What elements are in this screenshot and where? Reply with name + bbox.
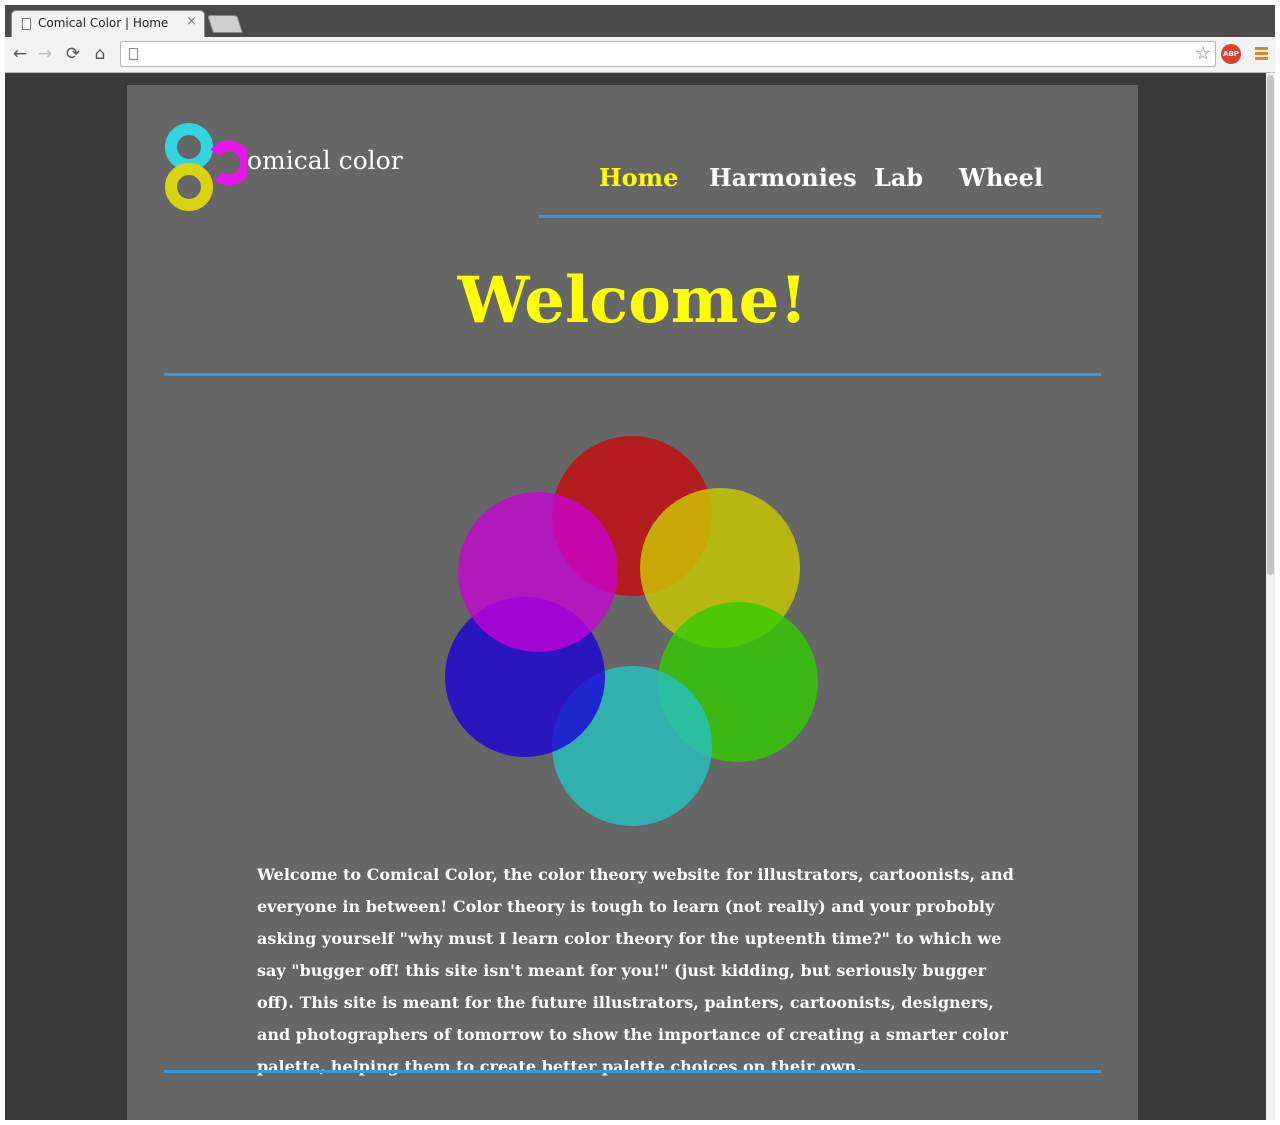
tab-strip: Comical Color | Home × [5, 5, 1275, 37]
divider [164, 1070, 1101, 1073]
scrollbar-thumb[interactable] [1267, 75, 1274, 575]
color-wheel-graphic [445, 436, 818, 826]
logo-text: omical color [247, 146, 403, 175]
wheel-circle-magenta [458, 492, 618, 652]
intro-paragraph: Welcome to Comical Color, the color theo… [257, 865, 1014, 1076]
divider [164, 373, 1101, 376]
page-viewport: omical color Home Harmonies Lab Wheel We… [5, 73, 1275, 1120]
address-bar[interactable]: ☆ [120, 41, 1216, 67]
browser-toolbar: ← → ⟳ ⌂ ☆ ABP [5, 37, 1275, 73]
main-navigation: Home Harmonies Lab Wheel [539, 161, 1101, 218]
page-heading: Welcome! [457, 263, 808, 338]
reload-button[interactable]: ⟳ [61, 42, 85, 66]
logo-icon [165, 123, 247, 211]
forward-button[interactable]: → [33, 42, 57, 66]
menu-icon[interactable] [1255, 47, 1268, 61]
page-icon [22, 18, 31, 30]
page-icon [129, 48, 138, 60]
close-tab-icon[interactable]: × [186, 14, 197, 29]
browser-window: Comical Color | Home × ← → ⟳ ⌂ ☆ ABP omi… [5, 5, 1275, 1120]
nav-wheel[interactable]: Wheel [959, 163, 1043, 192]
back-button[interactable]: ← [8, 42, 32, 66]
nav-harmonies[interactable]: Harmonies [709, 163, 857, 192]
tab-title: Comical Color | Home [38, 16, 169, 30]
nav-lab[interactable]: Lab [874, 163, 923, 192]
site-logo[interactable]: omical color [163, 121, 423, 216]
new-tab-button[interactable] [207, 15, 243, 33]
home-button[interactable]: ⌂ [88, 42, 112, 66]
page-container: omical color Home Harmonies Lab Wheel We… [127, 85, 1138, 1120]
vertical-scrollbar[interactable] [1266, 73, 1275, 1120]
adblock-icon[interactable]: ABP [1221, 44, 1241, 64]
browser-tab[interactable]: Comical Color | Home × [11, 10, 205, 37]
address-input[interactable] [147, 44, 1171, 66]
bookmark-star-icon[interactable]: ☆ [1195, 43, 1211, 64]
nav-home[interactable]: Home [599, 163, 678, 192]
